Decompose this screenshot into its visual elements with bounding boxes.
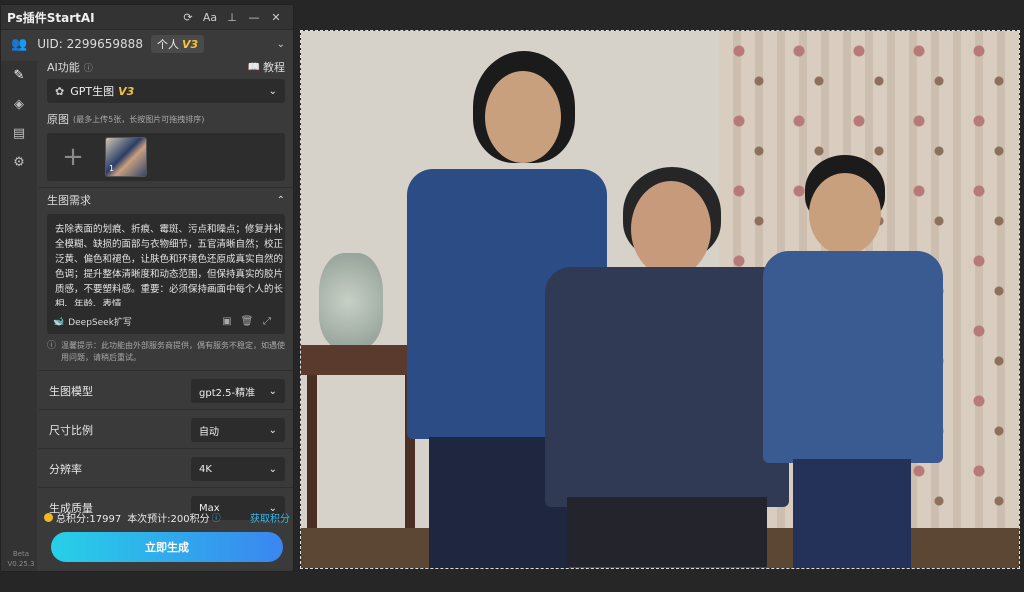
sidebar: ✎ ◈ ▤ ⚙ <box>1 61 37 571</box>
service-notice: ⓘ 温馨提示：此功能由外部服务商提供，偶有服务不稳定，如遇使用问题，请稍后重试。 <box>39 334 293 364</box>
refresh-icon[interactable]: ⟳ <box>177 11 199 24</box>
prompt-textarea[interactable]: 去除表面的划痕、折痕、霉斑、污点和噪点；修复并补全模糊、缺损的面部与衣物细节，五… <box>55 222 287 306</box>
model-value: gpt2.5-精准 <box>199 387 256 399</box>
beta-version: Beta V0.25.3 <box>7 549 35 569</box>
font-size-icon[interactable]: Aa <box>199 11 221 24</box>
points-estimate: 本次预计:200积分 <box>127 514 210 525</box>
notice-text: 温馨提示：此功能由外部服务商提供，偶有服务不稳定，如遇使用问题，请稍后重试。 <box>61 341 285 362</box>
thumbnail-index: 1 <box>109 164 115 173</box>
deepseek-expand-button[interactable]: DeepSeek扩写 <box>68 315 132 328</box>
version-label: V0.25.3 <box>7 560 35 568</box>
main-content: AI功能 ⓘ 📖 教程 ✿ GPT生图 V3 ⌄ 原图 (最多上传5张，长按图片可… <box>39 57 293 520</box>
ai-function-version: V3 <box>118 84 135 98</box>
deepseek-icon: 🐋 <box>53 316 65 327</box>
gpt-icon: ✿ <box>55 84 65 98</box>
ai-function-value: GPT生图 <box>70 85 115 98</box>
close-icon[interactable]: ✕ <box>265 11 287 24</box>
family-photo[interactable] <box>300 30 1020 569</box>
image-upload-area[interactable]: + 1 <box>47 133 285 181</box>
info-icon[interactable]: ⓘ <box>212 511 221 524</box>
layers-icon[interactable]: ◈ <box>1 90 37 119</box>
title-bar: Ps插件StartAI ⟳ Aa ⊥ — ✕ <box>1 5 293 30</box>
tier-badge: 个人 V3 <box>150 35 205 53</box>
setting-aspect-ratio: 尺寸比例 自动 ⌄ <box>39 418 285 442</box>
ai-function-label: AI功能 <box>47 61 80 74</box>
tier-label: 个人 <box>156 38 179 51</box>
prompt-toolbar: 🐋 DeepSeek扩写 ▣ 🗑 ⤢ <box>53 315 277 328</box>
gear-icon[interactable]: ⚙ <box>1 148 37 177</box>
tier-version: V3 <box>181 38 199 51</box>
chevron-down-icon[interactable]: ⌄ <box>277 39 285 50</box>
uid-label: UID: 2299659888 <box>37 37 143 51</box>
prompt-library-icon[interactable]: ▣ <box>217 316 237 327</box>
original-hint: (最多上传5张，长按图片可拖拽排序) <box>73 114 205 124</box>
add-image-icon[interactable]: + <box>57 141 89 173</box>
trash-icon[interactable]: 🗑 <box>237 316 257 327</box>
chevron-down-icon: ⌄ <box>268 463 277 475</box>
user-row[interactable]: 👥 UID: 2299659888 个人 V3 ⌄ <box>1 30 293 58</box>
photo-table <box>301 345 421 375</box>
plugin-panel: Ps插件StartAI ⟳ Aa ⊥ — ✕ 👥 UID: 2299659888… <box>0 4 294 572</box>
window-title: Ps插件StartAI <box>7 10 95 25</box>
original-header: 原图 (最多上传5张，长按图片可拖拽排序) <box>39 109 293 129</box>
prompt-box[interactable]: 去除表面的划痕、折痕、霉斑、污点和噪点；修复并补全模糊、缺损的面部与衣物细节，五… <box>47 214 285 334</box>
divider <box>39 448 293 449</box>
chevron-down-icon: ⌄ <box>268 85 277 97</box>
resolution-select[interactable]: 4K ⌄ <box>191 457 285 481</box>
coin-icon <box>44 513 53 522</box>
setting-label: 分辨率 <box>49 463 82 476</box>
ai-function-select[interactable]: ✿ GPT生图 V3 ⌄ <box>47 79 285 103</box>
users-icon: 👥 <box>11 36 28 52</box>
pin-icon[interactable]: ⊥ <box>221 11 243 24</box>
info-icon: ⓘ <box>47 341 57 351</box>
tutorial-link[interactable]: 教程 <box>263 59 285 75</box>
prompt-label: 生图需求 <box>47 194 91 207</box>
person-standing-boy <box>747 155 947 568</box>
generate-button[interactable]: 立即生成 <box>51 532 283 562</box>
beta-tag: Beta <box>12 550 30 558</box>
minimize-icon[interactable]: — <box>243 11 265 24</box>
prompt-header[interactable]: 生图需求 ⌃ <box>39 190 293 210</box>
points-total: 总积分:17997 <box>56 514 122 525</box>
aspect-ratio-value: 自动 <box>199 426 219 438</box>
chevron-up-icon[interactable]: ⌃ <box>277 195 285 206</box>
aspect-ratio-select[interactable]: 自动 ⌄ <box>191 418 285 442</box>
divider <box>39 187 293 188</box>
get-points-link[interactable]: 获取积分 <box>250 510 290 525</box>
points-row: 总积分:17997 本次预计:200积分 ⓘ 获取积分 <box>44 510 290 525</box>
model-select[interactable]: gpt2.5-精准 ⌄ <box>191 379 285 403</box>
original-label: 原图 <box>47 113 69 126</box>
divider <box>39 409 293 410</box>
ai-function-header: AI功能 ⓘ 📖 教程 <box>39 57 293 77</box>
chevron-down-icon: ⌄ <box>268 424 277 436</box>
expand-icon[interactable]: ⤢ <box>257 316 277 327</box>
divider <box>39 370 293 371</box>
setting-model: 生图模型 gpt2.5-精准 ⌄ <box>39 379 285 403</box>
book-icon[interactable]: 📖 <box>248 62 260 73</box>
setting-label: 尺寸比例 <box>49 424 93 437</box>
clipboard-icon[interactable]: ▤ <box>1 119 37 148</box>
divider <box>39 487 293 488</box>
chevron-down-icon: ⌄ <box>268 385 277 397</box>
setting-resolution: 分辨率 4K ⌄ <box>39 457 285 481</box>
setting-label: 生图模型 <box>49 385 93 398</box>
brush-icon[interactable]: ✎ <box>1 61 37 90</box>
info-icon[interactable]: ⓘ <box>84 61 93 74</box>
resolution-value: 4K <box>199 463 212 475</box>
photo-vase <box>319 253 383 349</box>
